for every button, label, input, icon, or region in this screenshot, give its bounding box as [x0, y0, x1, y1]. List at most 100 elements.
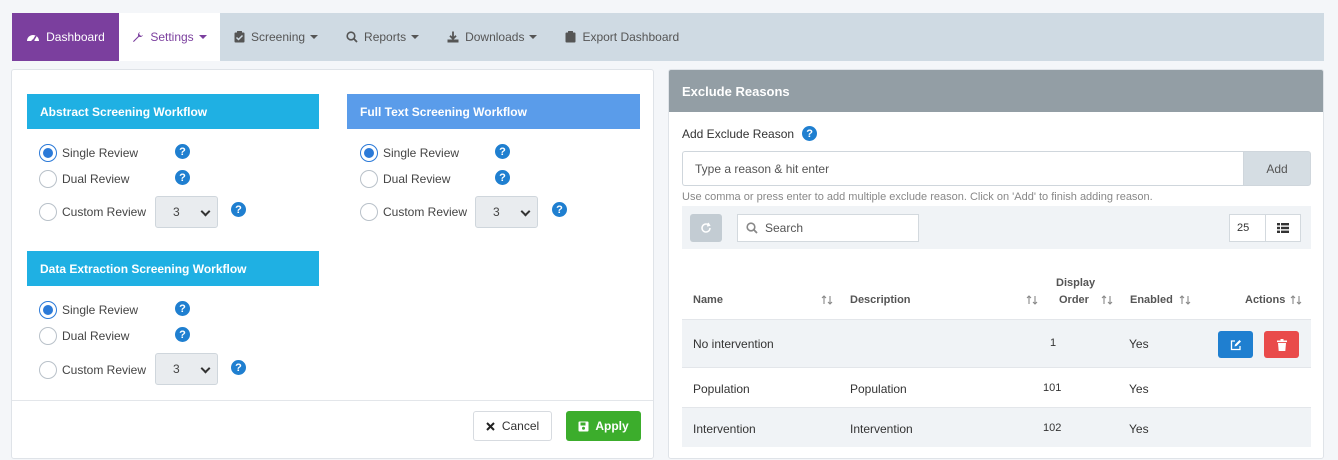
nav-settings-label: Settings: [150, 30, 194, 44]
radio[interactable]: [39, 170, 57, 188]
caret-down-icon: [411, 35, 420, 39]
wrench-icon: [132, 31, 144, 43]
option-label: Single Review: [62, 303, 139, 317]
option-label: Dual Review: [62, 172, 130, 186]
cell-name: Population: [693, 382, 750, 396]
table-row: No intervention 1 Yes: [682, 319, 1311, 367]
exclude-reasons-title: Exclude Reasons: [669, 70, 1323, 112]
sort-icon[interactable]: [821, 295, 834, 305]
clipboard-icon: [565, 31, 576, 43]
select-value: 3: [493, 205, 500, 219]
table-row: Intervention Intervention 102 Yes: [682, 407, 1311, 447]
col-description[interactable]: Description: [850, 294, 911, 306]
extraction-custom-review-select[interactable]: 3: [155, 353, 218, 385]
abstract-workflow-header: Abstract Screening Workflow: [27, 94, 319, 129]
nav-reports[interactable]: Reports: [332, 13, 433, 61]
radio[interactable]: [360, 203, 378, 221]
option-label: Dual Review: [62, 329, 130, 343]
page-size-select[interactable]: 25: [1229, 214, 1266, 242]
radio[interactable]: [39, 361, 57, 379]
cell-enabled: Yes: [1129, 422, 1149, 436]
help-icon[interactable]: ?: [802, 126, 818, 141]
chevron-down-icon: [200, 363, 211, 374]
cell-order: 102: [1043, 422, 1062, 434]
fulltext-single-review-option[interactable]: Single Review: [360, 144, 459, 162]
radio-selected[interactable]: [39, 301, 57, 319]
apply-button[interactable]: Apply: [566, 411, 641, 441]
abstract-custom-review-option[interactable]: Custom Review: [39, 203, 146, 221]
close-icon: [486, 421, 495, 431]
label-text: Add Exclude Reason: [682, 126, 795, 141]
abstract-custom-review-select[interactable]: 3: [155, 196, 218, 228]
help-icon[interactable]: ?: [552, 202, 567, 217]
radio[interactable]: [39, 203, 57, 221]
help-icon[interactable]: ?: [175, 144, 190, 159]
radio[interactable]: [360, 170, 378, 188]
nav-settings[interactable]: Settings: [119, 13, 220, 61]
edit-button[interactable]: [1218, 331, 1253, 358]
help-icon[interactable]: ?: [231, 360, 246, 375]
sort-icon[interactable]: [1026, 295, 1039, 305]
sort-icon[interactable]: [1290, 295, 1303, 305]
apply-label: Apply: [595, 419, 629, 433]
option-label: Single Review: [383, 146, 460, 160]
list-icon: [1277, 223, 1289, 233]
fulltext-dual-review-option[interactable]: Dual Review: [360, 170, 450, 188]
sort-icon[interactable]: [1101, 295, 1114, 305]
table-search[interactable]: [737, 214, 919, 242]
help-icon[interactable]: ?: [175, 327, 190, 342]
fulltext-workflow-header: Full Text Screening Workflow: [347, 94, 640, 129]
dashboard-icon: [26, 31, 40, 43]
cell-order: 101: [1043, 382, 1062, 394]
extraction-custom-review-option[interactable]: Custom Review: [39, 361, 146, 379]
delete-button[interactable]: [1264, 331, 1299, 358]
abstract-single-review-option[interactable]: Single Review: [39, 144, 138, 162]
help-icon[interactable]: ?: [175, 301, 190, 316]
col-name[interactable]: Name: [693, 294, 723, 306]
extraction-single-review-option[interactable]: Single Review: [39, 301, 138, 319]
add-reason-hint: Use comma or press enter to add multiple…: [682, 191, 1153, 203]
cell-description: Intervention: [850, 422, 913, 436]
help-icon[interactable]: ?: [495, 144, 510, 159]
abstract-dual-review-option[interactable]: Dual Review: [39, 170, 129, 188]
fulltext-custom-review-select[interactable]: 3: [475, 196, 538, 228]
table-toolbar: 25: [682, 206, 1311, 249]
select-value: 3: [173, 362, 180, 376]
nav-export-dashboard[interactable]: Export Dashboard: [551, 13, 693, 61]
nav-screening[interactable]: Screening: [220, 13, 332, 61]
add-exclude-reason-label: Add Exclude Reason ?: [682, 126, 818, 141]
radio-selected[interactable]: [360, 144, 378, 162]
nav-downloads[interactable]: Downloads: [433, 13, 551, 61]
option-label: Custom Review: [62, 205, 147, 219]
nav-downloads-label: Downloads: [465, 30, 525, 44]
caret-down-icon: [198, 35, 207, 39]
col-enabled[interactable]: Enabled: [1130, 294, 1173, 306]
columns-toggle-button[interactable]: [1265, 214, 1301, 242]
add-reason-button[interactable]: Add: [1243, 151, 1311, 186]
nav-dashboard-label: Dashboard: [46, 30, 105, 44]
exclude-reason-input[interactable]: [682, 151, 1244, 186]
nav-dashboard[interactable]: Dashboard: [12, 13, 119, 61]
cancel-button[interactable]: Cancel: [473, 411, 552, 441]
help-icon[interactable]: ?: [495, 170, 510, 185]
help-icon[interactable]: ?: [175, 170, 190, 185]
radio-selected[interactable]: [39, 144, 57, 162]
help-icon[interactable]: ?: [231, 202, 246, 217]
cell-name: No intervention: [693, 337, 774, 351]
panel-footer: Cancel Apply: [12, 400, 653, 460]
sort-icon[interactable]: [1179, 295, 1192, 305]
table-row: Population Population 101 Yes: [682, 367, 1311, 407]
col-display-order-line2[interactable]: Order: [1059, 294, 1089, 306]
refresh-button[interactable]: [690, 214, 722, 242]
caret-down-icon: [310, 35, 319, 39]
fulltext-custom-review-option[interactable]: Custom Review: [360, 203, 467, 221]
nav-export-label: Export Dashboard: [582, 30, 680, 44]
trash-icon: [1276, 338, 1287, 351]
extraction-dual-review-option[interactable]: Dual Review: [39, 327, 129, 345]
chevron-down-icon: [200, 206, 211, 217]
col-display-order-line1[interactable]: Display: [1056, 277, 1095, 289]
radio[interactable]: [39, 327, 57, 345]
extraction-workflow-header: Data Extraction Screening Workflow: [27, 251, 319, 286]
select-value: 3: [173, 205, 180, 219]
search-input[interactable]: [765, 221, 905, 235]
